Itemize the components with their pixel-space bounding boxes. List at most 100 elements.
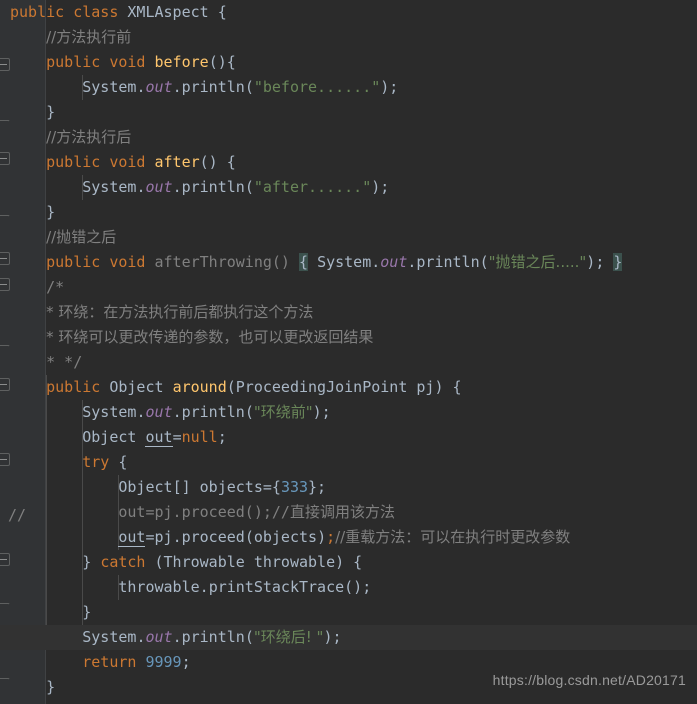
code-line[interactable]: public Object around(ProceedingJoinPoint… bbox=[0, 375, 697, 400]
dot: . bbox=[172, 403, 182, 421]
field-out: out bbox=[145, 78, 173, 96]
method-printstacktrace: printStackTrace bbox=[208, 578, 345, 596]
punctuation: ); bbox=[323, 628, 342, 646]
string-around-before: "环绕前" bbox=[253, 403, 313, 421]
punctuation: ) { bbox=[335, 553, 363, 571]
code-line[interactable]: Object out=null; bbox=[0, 425, 697, 450]
field-out: out bbox=[380, 253, 408, 271]
code-line[interactable]: //方法执行后 bbox=[0, 125, 697, 150]
arg-objects: objects bbox=[253, 528, 318, 546]
operator: = bbox=[145, 528, 155, 546]
punctuation: ( bbox=[244, 528, 254, 546]
keyword-return: return bbox=[82, 653, 137, 671]
punctuation: ( bbox=[244, 178, 254, 196]
code-line[interactable]: } bbox=[0, 100, 697, 125]
keyword-catch: catch bbox=[100, 553, 146, 571]
code-line[interactable]: public void before(){ bbox=[0, 50, 697, 75]
punctuation: ( bbox=[226, 378, 236, 396]
code-line[interactable]: System.out.println("after......"); bbox=[0, 175, 697, 200]
identifier-system: System bbox=[82, 178, 137, 196]
keyword-public: public bbox=[46, 53, 101, 71]
local-var-out: out bbox=[145, 428, 173, 447]
code-line[interactable]: try { bbox=[0, 450, 697, 475]
keyword-void: void bbox=[109, 253, 146, 271]
identifier-system: System bbox=[82, 403, 137, 421]
type-xmlaspect: XMLAspect bbox=[127, 3, 209, 21]
punctuation: ); bbox=[380, 78, 399, 96]
operator: ={ bbox=[262, 478, 281, 496]
keyword-null: null bbox=[181, 428, 218, 446]
code-line[interactable]: System.out.println("before......"); bbox=[0, 75, 697, 100]
identifier-pj: pj bbox=[154, 528, 173, 546]
comment-block-close: * */ bbox=[46, 353, 83, 371]
punctuation: ( bbox=[244, 78, 254, 96]
string-around-after: "环绕后! " bbox=[253, 628, 324, 646]
operator: = bbox=[172, 428, 182, 446]
punctuation: ); bbox=[371, 178, 390, 196]
matching-brace-open: { bbox=[299, 253, 309, 271]
code-line[interactable]: public void afterThrowing() { System.out… bbox=[0, 250, 697, 275]
code-line-current[interactable]: System.out.println("环绕后! "); bbox=[0, 625, 697, 650]
code-line[interactable]: } catch (Throwable throwable) { bbox=[0, 550, 697, 575]
comment-block-line2: * 环绕可以更改传递的参数，也可以更改返回结果 bbox=[46, 328, 374, 346]
identifier-system: System bbox=[82, 628, 137, 646]
code-line[interactable]: * */ bbox=[0, 350, 697, 375]
punctuation: (); bbox=[344, 578, 372, 596]
code-line[interactable]: * 环绕可以更改传递的参数，也可以更改返回结果 bbox=[0, 325, 697, 350]
method-println: println bbox=[416, 253, 480, 271]
dot: . bbox=[172, 528, 182, 546]
punctuation: ); bbox=[312, 403, 331, 421]
keyword-void: void bbox=[109, 153, 146, 171]
code-line[interactable]: public void after() { bbox=[0, 150, 697, 175]
comment-overload: //重载方法：可以在执行时更改参数 bbox=[335, 528, 571, 546]
string-before: "before......" bbox=[253, 78, 381, 96]
comment-block-line1: * 环绕：在方法执行前后都执行这个方法 bbox=[46, 303, 314, 321]
code-line[interactable]: public class XMLAspect { bbox=[0, 0, 697, 25]
punctuation: ( bbox=[244, 628, 254, 646]
method-println: println bbox=[181, 78, 245, 96]
code-line[interactable]: Object[] objects={333}; bbox=[0, 475, 697, 500]
type-throwable: Throwable bbox=[163, 553, 245, 571]
type-object: Object bbox=[118, 478, 173, 496]
field-out: out bbox=[145, 178, 173, 196]
matching-brace-close: } bbox=[613, 253, 623, 271]
method-println: println bbox=[181, 403, 245, 421]
semicolon: ; bbox=[326, 528, 336, 546]
param-throwable: throwable bbox=[253, 553, 336, 571]
punctuation: }; bbox=[308, 478, 327, 496]
param-pj: pj bbox=[416, 378, 435, 396]
code-line[interactable]: /* bbox=[0, 275, 697, 300]
keyword-public: public bbox=[46, 378, 101, 396]
string-throw-after: "抛错之后....." bbox=[488, 253, 587, 271]
punctuation: ; bbox=[217, 428, 227, 446]
identifier-system: System bbox=[317, 253, 372, 271]
code-editor[interactable]: // public class XMLAspect { //方法执行前 publ… bbox=[0, 0, 697, 704]
field-out: out bbox=[145, 403, 173, 421]
code-line[interactable]: * 环绕：在方法执行前后都执行这个方法 bbox=[0, 300, 697, 325]
punctuation: [] bbox=[172, 478, 200, 496]
code-line[interactable]: throwable.printStackTrace(); bbox=[0, 575, 697, 600]
code-line[interactable]: out=pj.proceed(objects);//重载方法：可以在执行时更改参… bbox=[0, 525, 697, 550]
keyword-class: class bbox=[73, 3, 119, 21]
code-line[interactable]: //方法执行前 bbox=[0, 25, 697, 50]
punctuation: () bbox=[271, 253, 290, 271]
keyword-try: try bbox=[82, 453, 110, 471]
method-after: after bbox=[154, 153, 200, 171]
local-var-out: out bbox=[118, 528, 146, 547]
brace: } bbox=[46, 103, 56, 121]
code-line[interactable]: } bbox=[0, 200, 697, 225]
punctuation: ( bbox=[145, 553, 164, 571]
string-after: "after......" bbox=[253, 178, 372, 196]
code-line[interactable]: System.out.println("环绕前"); bbox=[0, 400, 697, 425]
keyword-public: public bbox=[46, 253, 101, 271]
method-before: before bbox=[154, 53, 209, 71]
code-line-commented-out[interactable]: out=pj.proceed();//直接调用该方法 bbox=[0, 500, 697, 525]
method-println: println bbox=[181, 628, 245, 646]
punctuation: ) { bbox=[434, 378, 462, 396]
code-line[interactable]: //抛错之后 bbox=[0, 225, 697, 250]
keyword-public: public bbox=[46, 153, 101, 171]
code-line[interactable]: } bbox=[0, 600, 697, 625]
punctuation: ; bbox=[181, 653, 191, 671]
dot: . bbox=[199, 578, 209, 596]
code-content[interactable]: public class XMLAspect { //方法执行前 public … bbox=[0, 0, 697, 704]
